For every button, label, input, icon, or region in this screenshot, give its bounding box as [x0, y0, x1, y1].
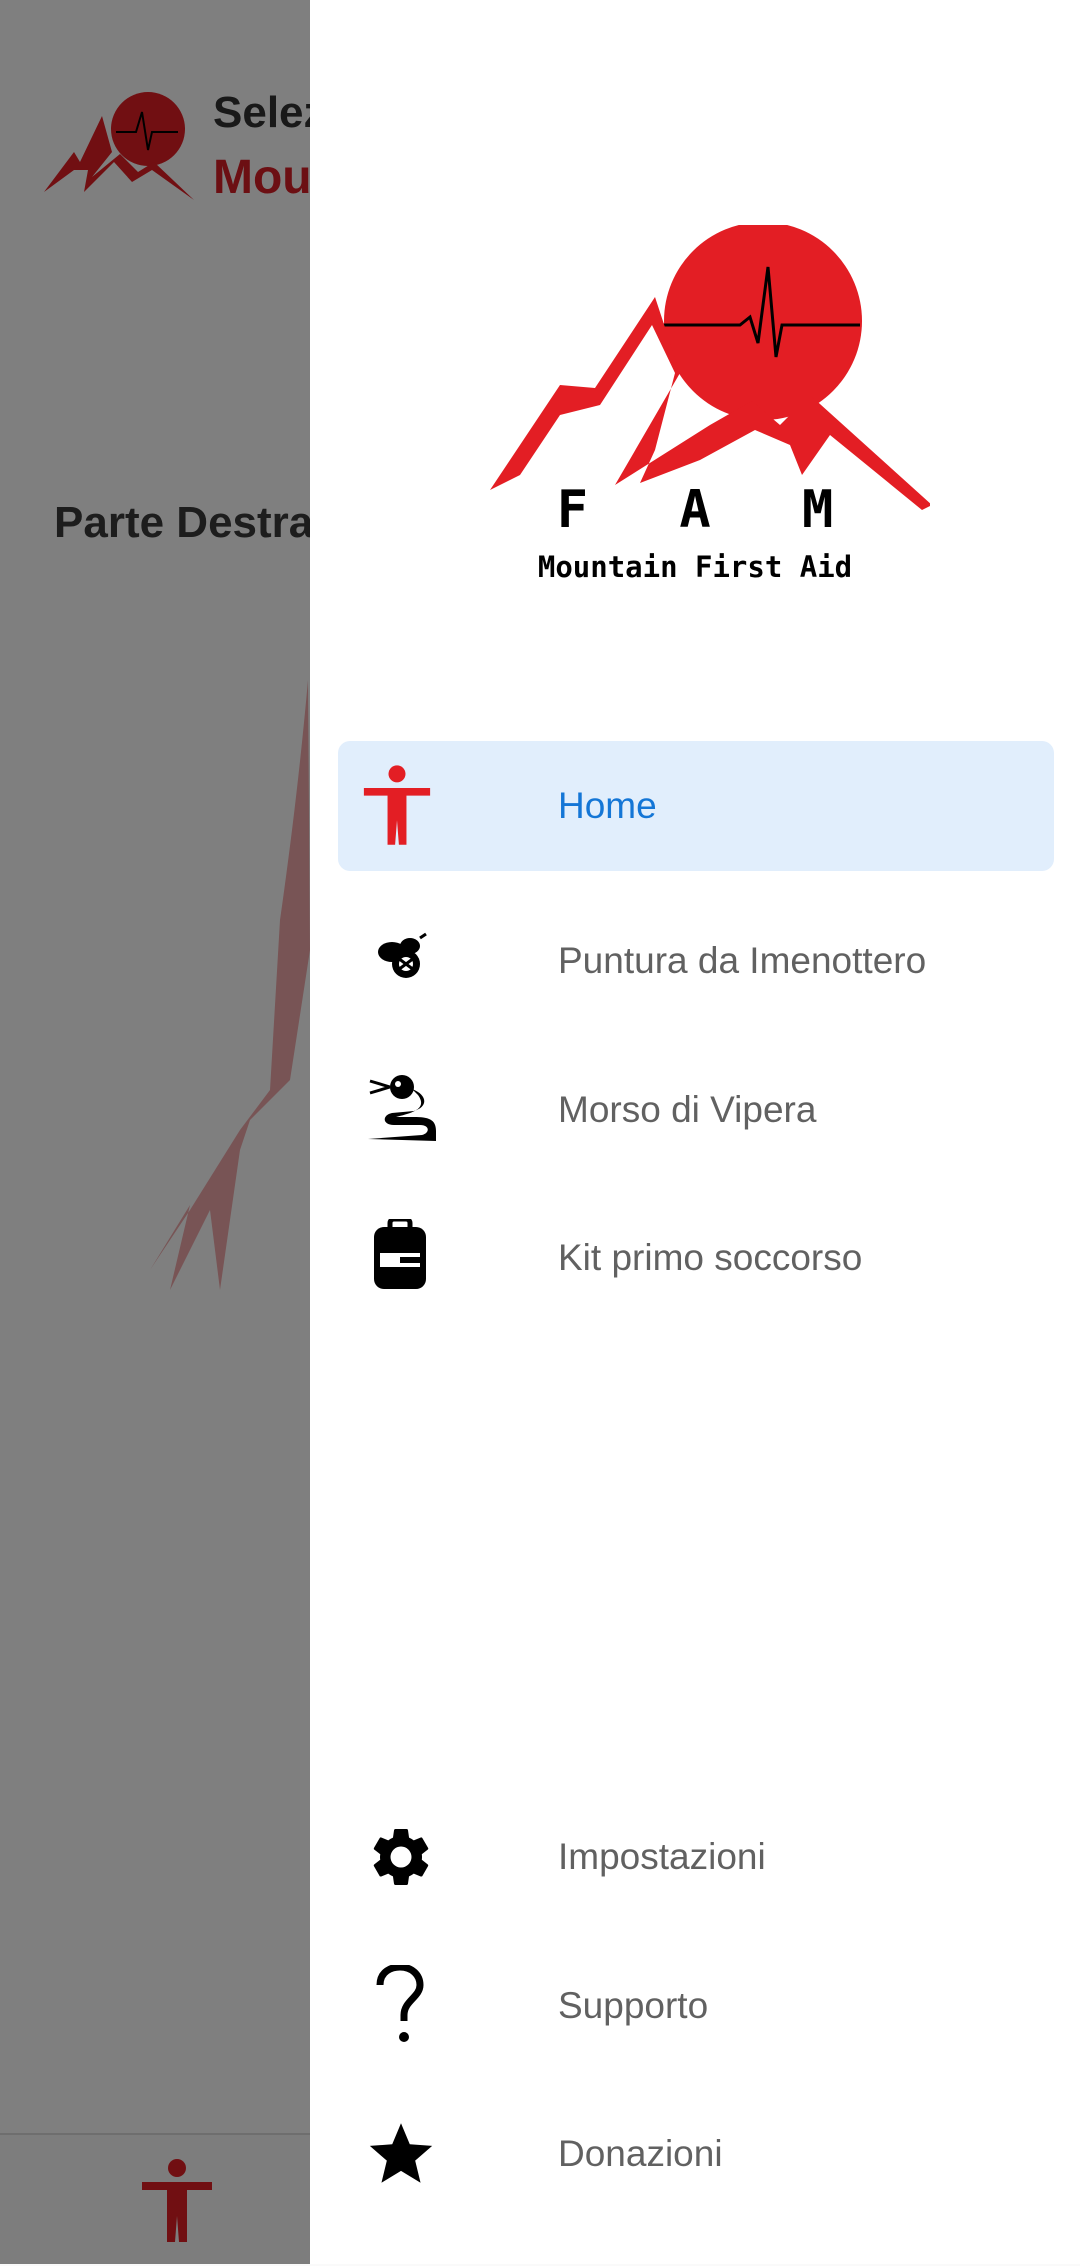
menu-item-label: Home [558, 785, 657, 826]
menu-item-hymenoptera-sting[interactable]: Puntura da Imenottero [338, 896, 1054, 1026]
menu-item-donations[interactable]: Donazioni [338, 2089, 1054, 2219]
menu-item-first-aid-kit[interactable]: Kit primo soccorso [338, 1193, 1054, 1323]
menu-item-home[interactable]: Home [338, 741, 1054, 871]
menu-item-label: Puntura da Imenottero [558, 940, 927, 981]
menu-item-viper-bite[interactable]: Morso di Vipera [338, 1045, 1054, 1175]
snake-icon [368, 1075, 436, 1141]
menu-item-label: Morso di Vipera [558, 1089, 817, 1130]
star-icon [369, 2123, 433, 2183]
menu-item-label: Supporto [558, 1985, 709, 2026]
menu-item-settings[interactable]: Impostazioni [338, 1792, 1054, 1922]
gear-icon [373, 1828, 429, 1885]
menu-item-support[interactable]: Supporto [338, 1941, 1054, 2071]
person-icon [363, 765, 431, 845]
bee-icon [378, 932, 427, 978]
menu-item-label: Impostazioni [558, 1836, 766, 1877]
navigation-drawer: F A M Mountain First Aid Home Puntura da… [310, 0, 1080, 2264]
brand-name: F A M [556, 480, 864, 540]
question-icon [376, 1965, 424, 2042]
fam-logo [490, 225, 930, 510]
brand-tagline: Mountain First Aid [537, 550, 853, 584]
menu-item-label: Donazioni [558, 2133, 723, 2174]
menu-item-label: Kit primo soccorso [558, 1237, 863, 1278]
backpack-icon [374, 1219, 426, 1289]
